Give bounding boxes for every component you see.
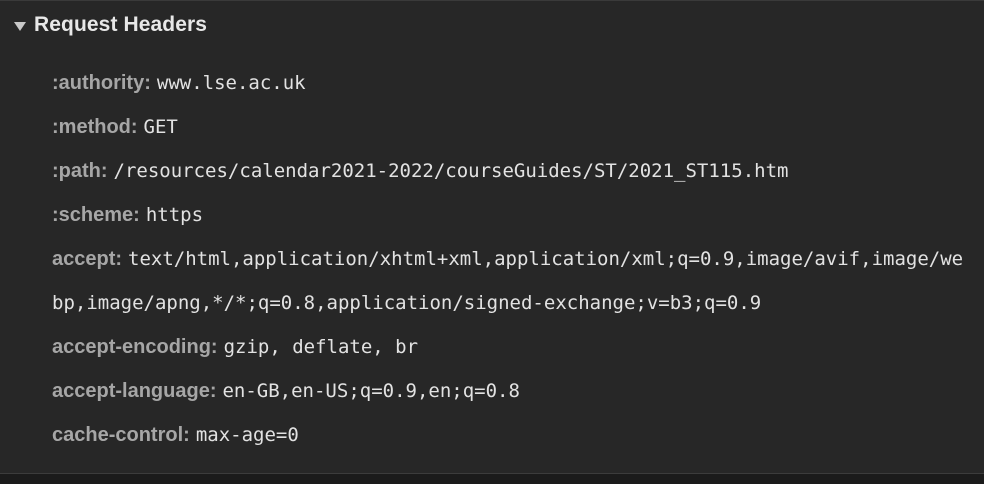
request-headers-toggle[interactable]: Request Headers bbox=[14, 13, 207, 37]
header-row-accept-language: accept-language: en-GB,en-US;q=0.9,en;q=0… bbox=[52, 369, 972, 413]
headers-list: :authority: www.lse.ac.uk :method: GET :pa… bbox=[52, 61, 972, 457]
header-key: accept-encoding: bbox=[52, 336, 218, 358]
header-value[interactable]: max-age=0 bbox=[196, 424, 299, 446]
section-title: Request Headers bbox=[34, 13, 208, 36]
header-value[interactable]: https bbox=[146, 204, 203, 226]
header-value[interactable]: GET bbox=[144, 116, 178, 138]
header-row-accept: accept: text/html,application/xhtml+xml,a… bbox=[52, 237, 972, 325]
header-value[interactable]: en-GB,en-US;q=0.9,en;q=0.8 bbox=[222, 380, 519, 402]
panel-bottom-border bbox=[0, 473, 984, 484]
header-key: :scheme: bbox=[52, 204, 140, 226]
header-row-method: :method: GET bbox=[52, 105, 972, 149]
header-row-accept-encoding: accept-encoding: gzip, deflate, br bbox=[52, 325, 972, 369]
request-headers-panel: Request Headers :authority: www.lse.ac.uk… bbox=[0, 0, 984, 484]
header-key: accept-language: bbox=[52, 380, 217, 402]
header-value[interactable]: www.lse.ac.uk bbox=[157, 72, 306, 94]
header-key: :method: bbox=[52, 116, 138, 138]
header-value[interactable]: text/html,application/xhtml+xml,applicat… bbox=[52, 248, 963, 314]
header-row-authority: :authority: www.lse.ac.uk bbox=[52, 61, 972, 105]
header-row-path: :path: /resources/calendar2021-2022/cours… bbox=[52, 149, 972, 193]
header-key: accept: bbox=[52, 248, 123, 270]
header-value[interactable]: /resources/calendar2021-2022/courseGuide… bbox=[114, 160, 789, 182]
header-row-cache-control: cache-control: max-age=0 bbox=[52, 413, 972, 457]
header-key: :path: bbox=[52, 160, 108, 182]
triangle-down-icon[interactable] bbox=[14, 21, 26, 31]
header-value[interactable]: gzip, deflate, br bbox=[224, 336, 418, 358]
header-row-scheme: :scheme: https bbox=[52, 193, 972, 237]
header-key: cache-control: bbox=[52, 424, 190, 446]
header-key: :authority: bbox=[52, 72, 151, 94]
